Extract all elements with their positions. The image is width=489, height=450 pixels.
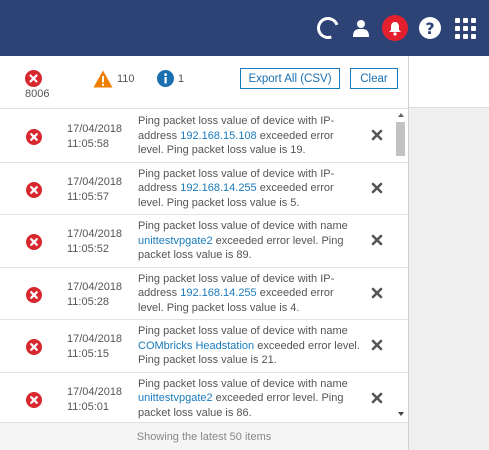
notification-row: 17/04/2018 11:05:01 Ping packet loss valu… bbox=[0, 373, 408, 423]
help-icon: ? bbox=[419, 17, 441, 39]
scroll-down-arrow-icon[interactable] bbox=[398, 412, 404, 416]
notification-row: 17/04/2018 11:05:15 Ping packet loss valu… bbox=[0, 320, 408, 373]
device-link[interactable]: 192.168.14.255 bbox=[180, 287, 256, 299]
error-icon bbox=[26, 391, 42, 408]
device-link[interactable]: unittestvpgate2 bbox=[138, 235, 213, 247]
info-filter[interactable]: 1 bbox=[157, 70, 184, 87]
event-message: Ping packet loss value of device with IP… bbox=[138, 167, 335, 209]
event-timestamp: 17/04/2018 11:05:01 bbox=[67, 385, 123, 413]
event-timestamp: 17/04/2018 11:05:58 bbox=[67, 123, 123, 150]
error-icon bbox=[26, 339, 42, 355]
device-link[interactable]: COMbricks Headstation bbox=[138, 340, 254, 352]
notifications-bell-button[interactable] bbox=[382, 15, 408, 41]
event-timestamp: 17/04/2018 11:05:57 bbox=[67, 175, 123, 203]
event-message: Ping packet loss value of device with na… bbox=[138, 377, 348, 419]
warning-icon bbox=[93, 70, 113, 88]
notification-row: 17/04/2018 11:05:28 Ping packet loss valu… bbox=[0, 268, 408, 320]
export-all-csv-button[interactable]: Export All (CSV) bbox=[240, 68, 340, 89]
error-icon bbox=[26, 234, 42, 250]
dismiss-icon[interactable] bbox=[370, 338, 384, 352]
notification-row: 17/04/2018 11:05:57 Ping packet loss valu… bbox=[0, 163, 408, 215]
device-link[interactable]: 192.168.15.108 bbox=[180, 130, 256, 142]
scroll-up-arrow-icon[interactable] bbox=[398, 113, 404, 117]
error-icon bbox=[26, 286, 42, 303]
event-timestamp: 17/04/2018 11:05:28 bbox=[67, 280, 123, 308]
info-count: 1 bbox=[178, 72, 185, 85]
event-message: Ping packet loss value of device with na… bbox=[138, 220, 348, 261]
warning-count: 110 bbox=[117, 73, 135, 85]
user-icon[interactable] bbox=[348, 15, 374, 41]
warning-filter[interactable]: 110 bbox=[93, 70, 135, 88]
dismiss-icon[interactable] bbox=[370, 391, 384, 405]
top-bar: ? bbox=[0, 0, 489, 56]
error-icon bbox=[26, 129, 42, 145]
error-icon bbox=[26, 181, 42, 198]
clear-button[interactable]: Clear bbox=[350, 68, 398, 89]
notifications-list: 17/04/2018 11:05:58 Ping packet loss valu… bbox=[0, 110, 408, 422]
bell-alert-icon bbox=[382, 15, 408, 41]
help-button[interactable]: ? bbox=[417, 15, 443, 41]
event-message: Ping packet loss value of device with na… bbox=[138, 325, 360, 366]
list-scrollbar[interactable] bbox=[394, 110, 408, 422]
loading-spinner-icon[interactable] bbox=[313, 13, 343, 43]
scrollbar-thumb[interactable] bbox=[396, 122, 405, 156]
dismiss-icon[interactable] bbox=[370, 286, 384, 300]
notification-row: 17/04/2018 11:05:58 Ping packet loss valu… bbox=[0, 110, 408, 163]
background-content-area bbox=[409, 56, 489, 450]
notifications-panel: 8006 110 1 Export All (CSV) Clear 17/04/… bbox=[0, 56, 409, 450]
notification-row: 17/04/2018 11:05:52 Ping packet loss valu… bbox=[0, 215, 408, 268]
device-link[interactable]: unittestvpgate2 bbox=[138, 392, 213, 404]
event-message: Ping packet loss value of device with IP… bbox=[138, 272, 335, 314]
event-timestamp: 17/04/2018 11:05:15 bbox=[67, 333, 123, 360]
dismiss-icon[interactable] bbox=[370, 128, 384, 142]
event-message: Ping packet loss value of device with IP… bbox=[138, 115, 335, 156]
apps-grid-icon bbox=[454, 17, 476, 39]
list-footer: Showing the latest 50 items bbox=[0, 422, 408, 450]
event-timestamp: 17/04/2018 11:05:52 bbox=[67, 228, 123, 255]
error-count: 8006 bbox=[25, 88, 50, 100]
error-icon bbox=[25, 70, 42, 87]
info-icon bbox=[157, 70, 174, 87]
device-link[interactable]: 192.168.14.255 bbox=[180, 182, 256, 194]
apps-grid-button[interactable] bbox=[452, 15, 478, 41]
notifications-summary: 8006 110 1 Export All (CSV) Clear bbox=[0, 56, 408, 109]
dismiss-icon[interactable] bbox=[370, 181, 384, 195]
dismiss-icon[interactable] bbox=[370, 233, 384, 247]
